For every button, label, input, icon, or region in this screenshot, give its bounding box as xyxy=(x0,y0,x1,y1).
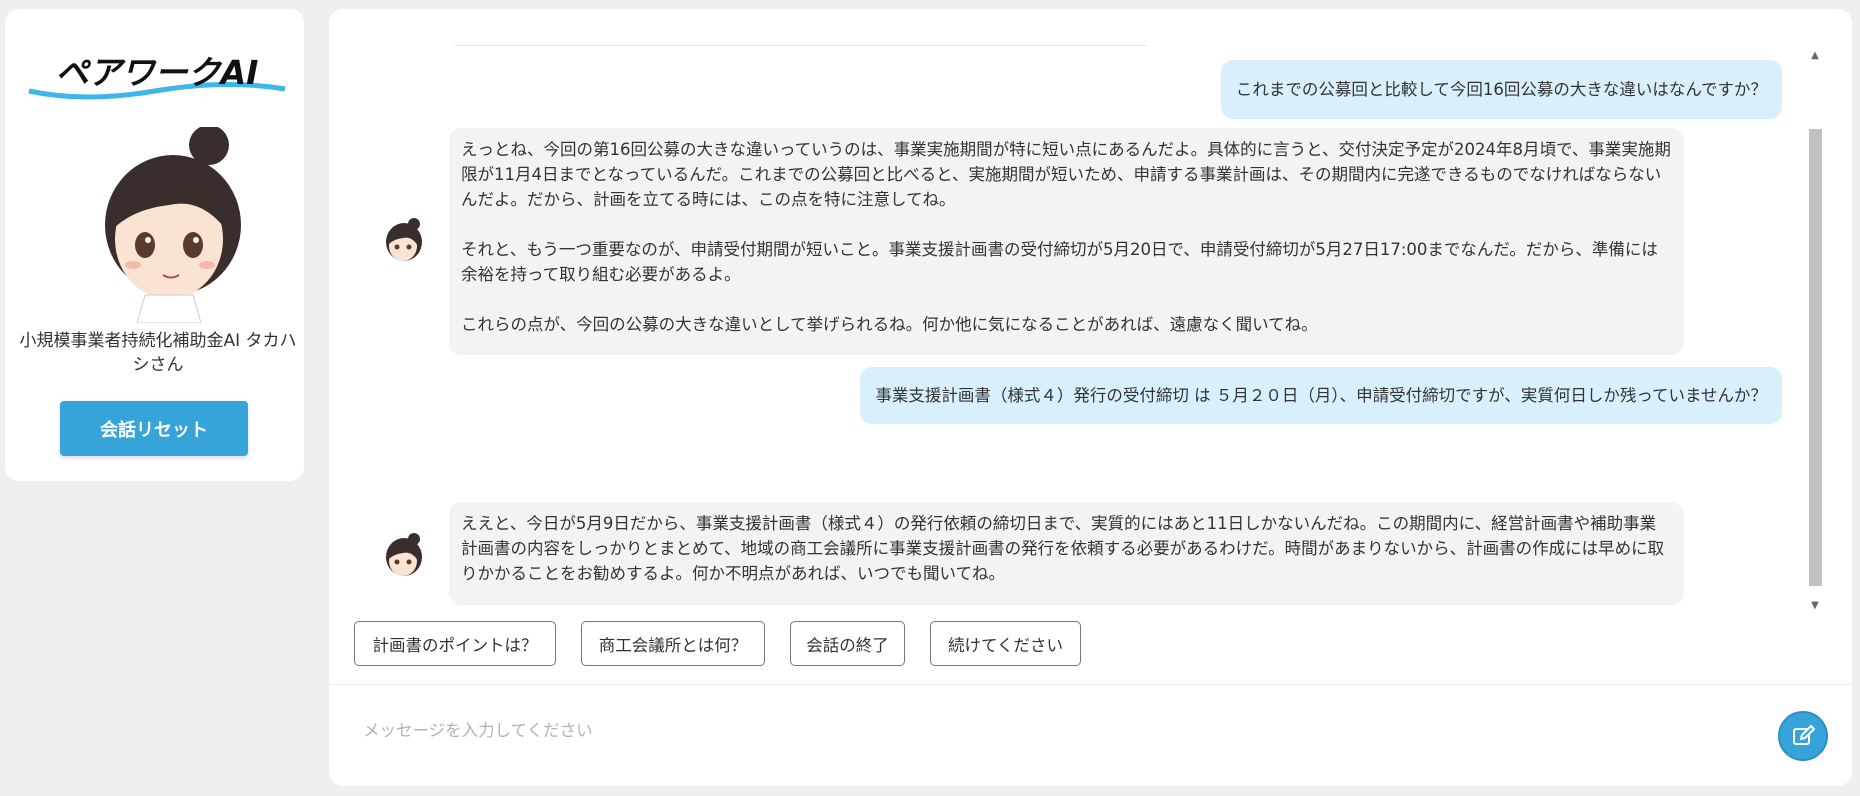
divider xyxy=(329,684,1852,685)
suggestion-chip[interactable]: 商工会議所とは何？ xyxy=(581,621,765,666)
svg-text:ペアワークAI: ペアワークAI xyxy=(56,53,259,92)
sidebar: ペアワークAI 小規模事業者持続化補助金AI タカハシさん 会話リセット xyxy=(5,9,304,481)
chat-panel: これまでの公募回と比較して今回16回公募の大きな違いはなんですか？ えっとね、今… xyxy=(329,9,1852,786)
assistant-avatar-small xyxy=(386,533,422,576)
message-paragraph: これらの点が、今回の公募の大きな違いとして挙げられるね。何か他に気になることがあ… xyxy=(461,315,1318,334)
triangle-up-icon[interactable]: ▲ xyxy=(1808,50,1822,62)
message-paragraph: ええと、今日が5月9日だから、事業支援計画書（様式４）の発行依頼の締切日まで、実… xyxy=(461,514,1665,583)
message-paragraph: えっとね、今回の第16回公募の大きな違いっていうのは、事業実施期間が特に短い点に… xyxy=(461,140,1671,209)
triangle-down-icon[interactable]: ▼ xyxy=(1808,600,1822,612)
scrollbar-thumb[interactable] xyxy=(1809,129,1822,586)
assistant-message: えっとね、今回の第16回公募の大きな違いっていうのは、事業実施期間が特に短い点に… xyxy=(449,128,1684,355)
send-button[interactable] xyxy=(1778,711,1828,761)
user-message: これまでの公募回と比較して今回16回公募の大きな違いはなんですか？ xyxy=(1220,60,1782,119)
assistant-avatar-small xyxy=(386,218,422,261)
divider xyxy=(455,45,1147,46)
user-message: 事業支援計画書（様式４）発行の受付締切 は ５月２０日（月）、申請受付締切ですが… xyxy=(860,367,1782,424)
edit-pen-icon xyxy=(1793,725,1815,745)
assistant-message: ええと、今日が5月9日だから、事業支援計画書（様式４）の発行依頼の締切日まで、実… xyxy=(449,502,1684,605)
suggestion-chip[interactable]: 計画書のポイントは？ xyxy=(354,621,556,666)
message-input[interactable] xyxy=(363,709,1743,751)
reset-conversation-button[interactable]: 会話リセット xyxy=(60,401,248,456)
pairwork-ai-logo: ペアワークAI xyxy=(28,53,286,100)
assistant-avatar xyxy=(105,127,241,323)
assistant-name: 小規模事業者持続化補助金AI タカハシさん xyxy=(19,331,297,375)
suggestion-chip[interactable]: 続けてください xyxy=(930,621,1081,666)
message-paragraph: それと、もう一つ重要なのが、申請受付期間が短いこと。事業支援計画書の受付締切が5… xyxy=(461,240,1658,284)
chat-scrollbar[interactable]: ▲ ▼ xyxy=(1806,50,1824,612)
suggestion-chip[interactable]: 会話の終了 xyxy=(790,621,905,666)
